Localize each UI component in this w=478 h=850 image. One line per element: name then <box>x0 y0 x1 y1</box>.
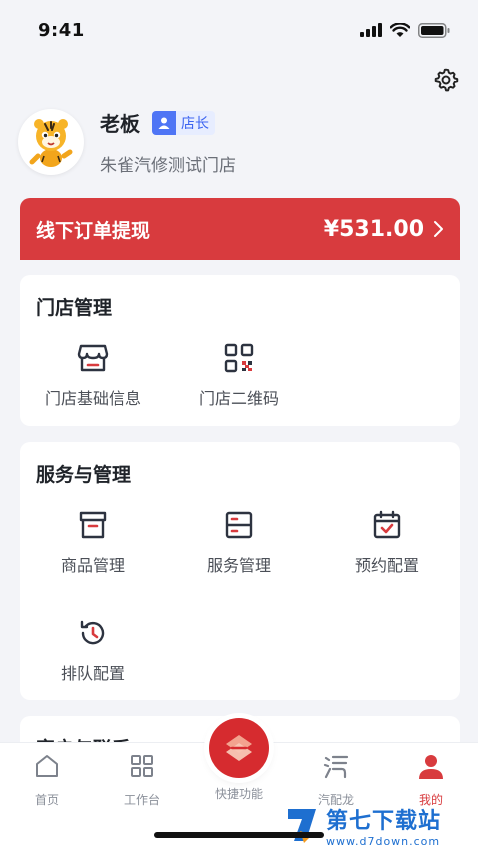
quick-action-label: 快捷功能 <box>214 787 263 801</box>
queue-config-item[interactable]: 排队配置 <box>20 616 166 684</box>
gear-icon <box>434 68 459 92</box>
item-label: 排队配置 <box>60 664 125 683</box>
tab-label: 首页 <box>34 793 59 807</box>
calendar-check-icon <box>370 508 404 542</box>
role-badge: 店长 <box>152 110 215 135</box>
person-icon <box>152 110 176 135</box>
service-management-item[interactable]: 服务管理 <box>166 508 312 576</box>
product-box-icon <box>76 508 110 542</box>
quick-action-button[interactable] <box>209 718 269 778</box>
store-qrcode-item[interactable]: 门店二维码 <box>166 341 312 409</box>
withdraw-banner[interactable]: 线下订单提现 ¥531.00 <box>20 198 460 260</box>
store-name: 朱雀汽修测试门店 <box>100 156 236 176</box>
item-label: 门店基础信息 <box>44 389 141 408</box>
item-label: 商品管理 <box>60 556 125 575</box>
user-name: 老板 <box>100 112 140 136</box>
signal-icon <box>360 23 382 37</box>
store-icon <box>76 341 110 375</box>
qipeilong-icon <box>321 751 351 781</box>
grid-icon <box>127 751 157 781</box>
chevron-right-icon <box>434 221 443 237</box>
product-management-item[interactable]: 商品管理 <box>20 508 166 576</box>
history-icon <box>76 616 110 650</box>
wifi-icon <box>390 22 410 37</box>
tiger-mascot-icon <box>29 119 73 167</box>
service-list-icon <box>222 508 256 542</box>
tab-home[interactable]: 首页 <box>2 751 92 808</box>
item-label: 服务管理 <box>206 556 271 575</box>
watermark: 第七下载站 www.d7down.com <box>282 800 478 850</box>
home-indicator <box>154 832 324 838</box>
role-label: 店长 <box>181 115 209 132</box>
item-label: 预约配置 <box>354 556 419 575</box>
tab-label: 工作台 <box>123 793 160 807</box>
withdraw-amount: ¥531.00 <box>323 216 424 242</box>
home-icon <box>32 751 62 781</box>
status-bar: 9:41 <box>0 0 478 60</box>
watermark-title: 第七下载站 <box>326 808 442 834</box>
appointment-config-item[interactable]: 预约配置 <box>314 508 460 576</box>
watermark-url: www.d7down.com <box>326 834 441 848</box>
tab-workbench[interactable]: 工作台 <box>97 751 187 808</box>
watermark-logo-icon <box>288 809 316 843</box>
quick-action-icon <box>226 735 252 761</box>
withdraw-title: 线下订单提现 <box>36 219 151 242</box>
item-label: 门店二维码 <box>198 389 279 408</box>
store-management-card: 门店管理 门店基础信息 门店二维码 <box>20 275 460 426</box>
battery-icon <box>418 22 450 38</box>
status-time: 9:41 <box>38 19 85 41</box>
settings-button[interactable] <box>432 66 460 94</box>
store-info-item[interactable]: 门店基础信息 <box>20 341 166 409</box>
service-management-card: 服务与管理 商品管理 服务管理 预约配置 排队配置 <box>20 442 460 700</box>
qr-code-icon <box>222 341 256 375</box>
section-title: 门店管理 <box>36 297 113 319</box>
profile-header: 老板 店长 朱雀汽修测试门店 <box>18 108 236 176</box>
user-icon <box>416 751 446 781</box>
section-title: 服务与管理 <box>36 464 132 486</box>
system-icons <box>360 22 450 38</box>
avatar[interactable] <box>18 109 84 175</box>
